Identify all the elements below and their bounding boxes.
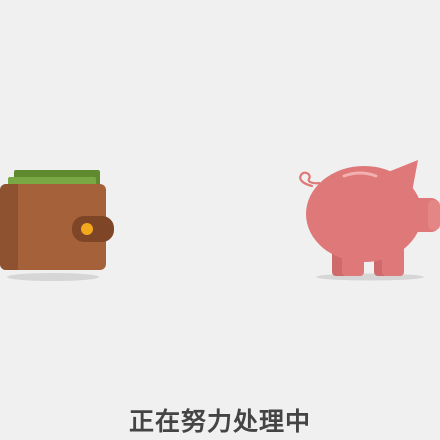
piggy-bank-icon (299, 160, 440, 281)
processing-screen: 正在努力处理中 (0, 0, 440, 440)
wallet-icon (0, 170, 114, 281)
processing-message: 正在努力处理中 (128, 407, 311, 436)
